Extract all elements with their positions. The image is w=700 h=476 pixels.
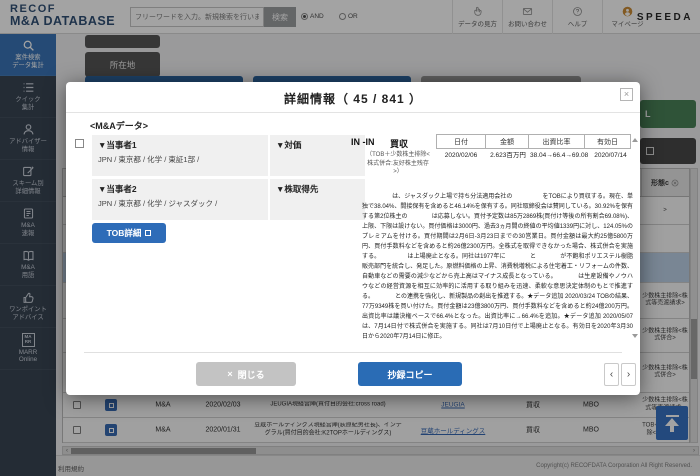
col-effective: 有効日	[584, 134, 631, 149]
scroll-up-icon[interactable]	[632, 138, 638, 142]
party1-box: ▼当事者1 JPN / 東京都 / 化学 / 東証1部 /	[92, 135, 268, 176]
deal-region: IN -IN	[351, 137, 375, 147]
party1-value: JPN / 東京都 / 化学 / 東証1部 /	[98, 154, 262, 165]
close-button[interactable]: × 閉じる	[196, 362, 296, 386]
party2-value: JPN / 東京都 / 化学 / ジャスダック /	[98, 198, 262, 209]
close-x-icon: ×	[227, 369, 232, 379]
app-window: RECOF M&A DATABASE 検索 AND OR データの見方 お問い合…	[0, 0, 700, 476]
val-ratio: 38.04→66.4→69.08	[530, 149, 587, 161]
section-label: <M&Aデータ>	[90, 119, 148, 132]
deal-type-note: （TOB＋少数株主排除<株式併合:友好株主残存>）	[365, 151, 431, 177]
deal-type: 買収	[390, 137, 408, 150]
party2-box: ▼当事者2 JPN / 東京都 / 化学 / ジャスダック /	[92, 179, 268, 220]
val-date: 2020/02/06	[436, 149, 486, 161]
consideration-label[interactable]: ▼対価	[276, 139, 359, 151]
modal-checkbox[interactable]	[75, 139, 84, 148]
next-record-button[interactable]: ›	[621, 363, 636, 386]
deal-detail-values: 2020/02/06 2.623百万円 38.04→66.4→69.08 202…	[436, 149, 634, 161]
prev-record-button[interactable]: ‹	[604, 363, 619, 386]
val-effective: 2020/07/14	[587, 149, 634, 161]
deal-detail-header: 日付 金額 出資比率 有効日	[436, 134, 634, 149]
modal-title: 詳細情報（ 45 / 841 ）	[66, 90, 640, 107]
detail-modal: × 詳細情報（ 45 / 841 ） <M&Aデータ> ▼当事者1 JPN / …	[66, 82, 640, 395]
window-icon	[145, 230, 151, 236]
acquiree-label[interactable]: ▼株取得先	[276, 183, 359, 195]
deal-detail-table: 日付 金額 出資比率 有効日 2020/02/06 2.623百万円 38.04…	[436, 134, 634, 161]
party1-label[interactable]: ▼当事者1	[98, 139, 262, 151]
val-amount: 2.623百万円	[486, 149, 530, 161]
copy-abstract-button[interactable]: 抄録コピー	[358, 362, 462, 386]
acquiree-box: ▼株取得先	[270, 179, 365, 220]
deal-abstract-text: は、ジャスダック上場で持ち分法適用会社の をTOBにより買収する。現在、単独で3…	[362, 192, 633, 342]
modal-footer-divider	[84, 352, 622, 353]
col-ratio: 出資比率	[528, 134, 585, 149]
modal-divider	[66, 112, 640, 113]
tob-detail-button[interactable]: TOB詳細	[92, 223, 166, 243]
col-amount: 金額	[485, 134, 529, 149]
party2-label[interactable]: ▼当事者2	[98, 183, 262, 195]
col-date: 日付	[436, 134, 486, 149]
